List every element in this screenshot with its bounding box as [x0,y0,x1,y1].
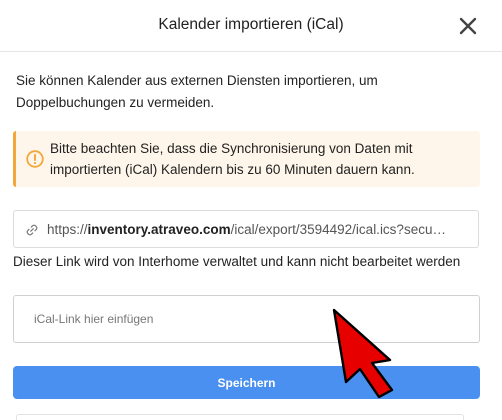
intro-text: Sie können Kalender aus externen Dienste… [16,73,378,110]
close-button[interactable] [456,14,480,38]
sync-warning-alert: Bitte beachten Sie, dass die Synchronisi… [13,131,480,187]
warning-icon [26,150,44,168]
alert-text: Bitte beachten Sie, dass die Synchronisi… [50,141,415,177]
save-button[interactable]: Speichern [13,366,480,399]
next-section-edge [16,414,464,420]
export-link-field[interactable]: https://inventory.atraveo.com/ical/expor… [13,210,479,248]
export-link-url: https://inventory.atraveo.com/ical/expor… [47,222,472,237]
ical-link-input[interactable] [13,295,480,343]
dialog-title: Kalender importieren (iCal) [158,16,344,33]
link-prefix: https:// [47,222,88,237]
link-icon [26,224,38,236]
dialog-header: Kalender importieren (iCal) [0,0,502,52]
link-managed-note: Dieser Link wird von Interhome verwaltet… [13,254,461,269]
close-icon [459,17,477,35]
link-path: /ical/export/3594492/ical.ics?secu… [230,222,446,237]
link-domain: inventory.atraveo.com [87,222,231,237]
